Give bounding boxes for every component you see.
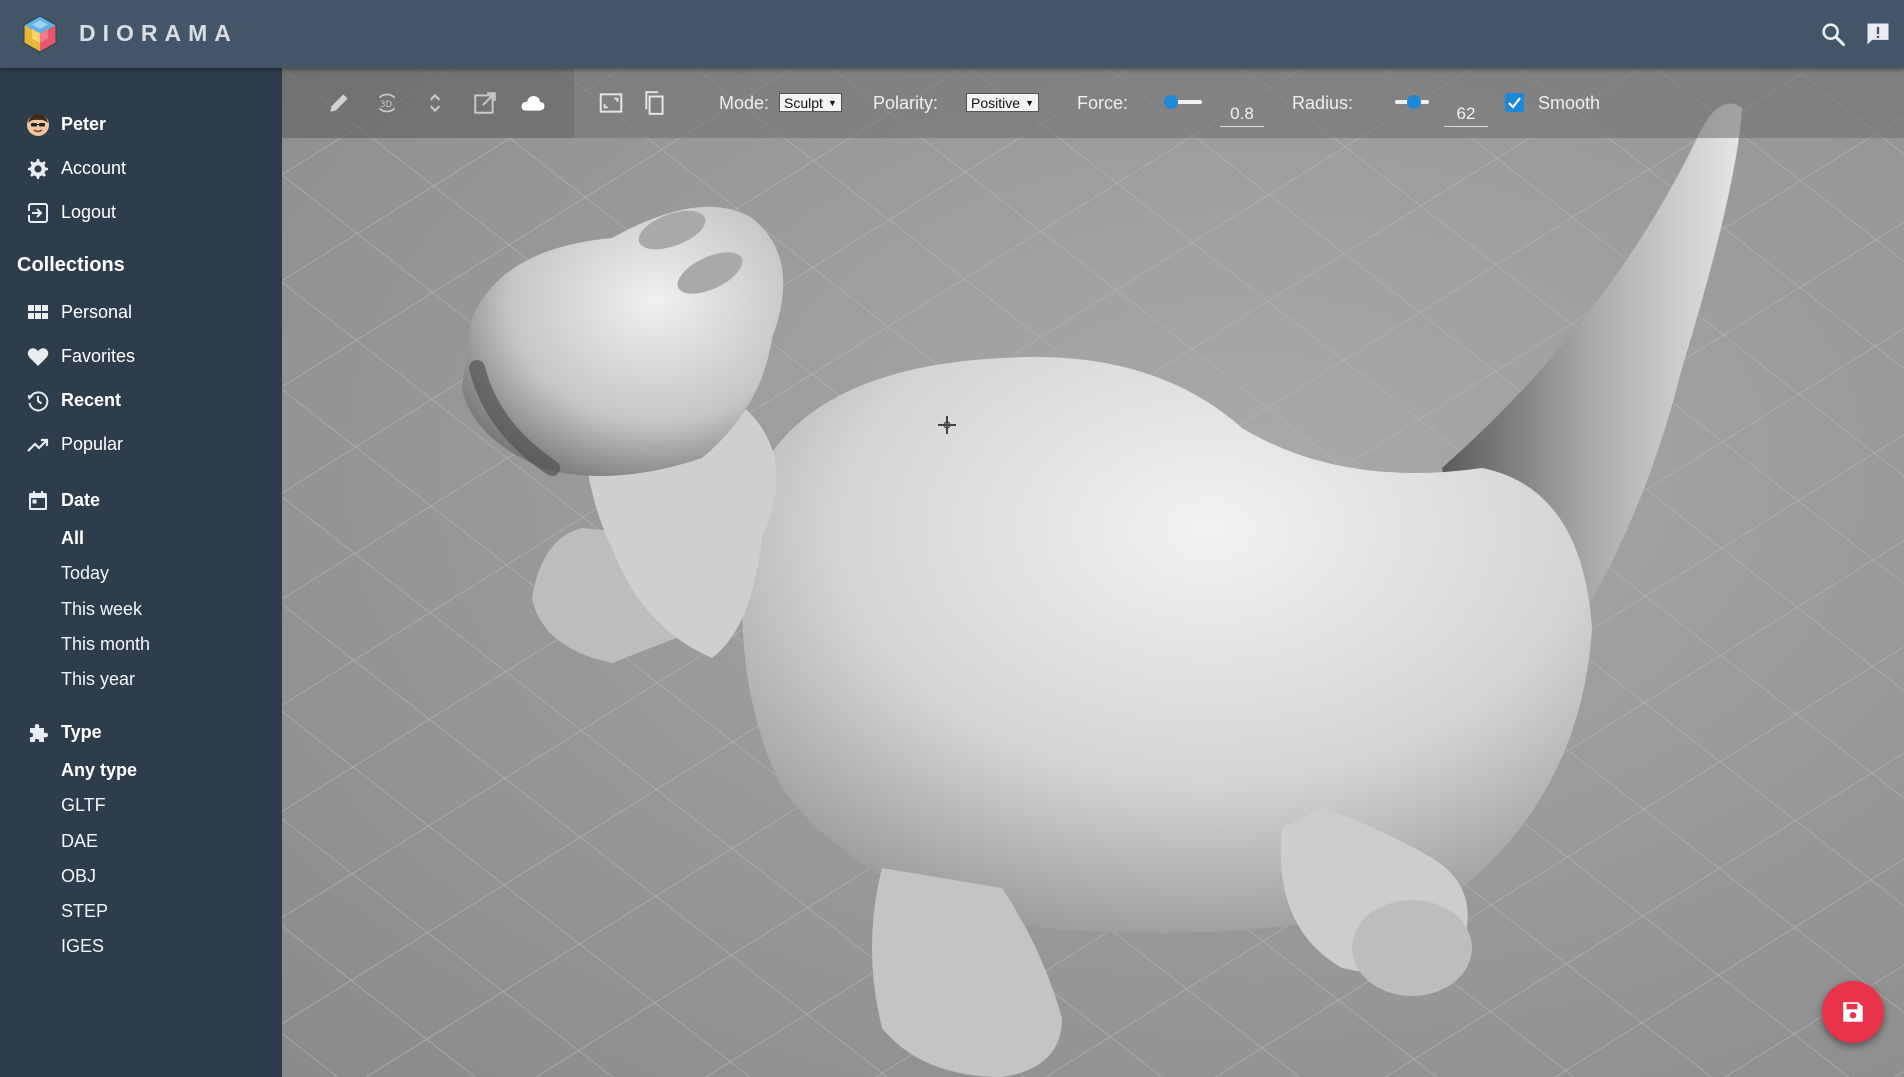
- avatar: [27, 114, 49, 136]
- dropdown-arrow-icon: ▼: [1025, 98, 1035, 108]
- trending-icon: [27, 438, 49, 452]
- type-heading: Type: [61, 721, 102, 742]
- type-option-gltf[interactable]: GLTF: [61, 795, 106, 816]
- sidebar-item-account[interactable]: Account: [0, 150, 282, 186]
- cube-logo-icon: [23, 15, 57, 53]
- sidebar-item-popular[interactable]: Popular: [0, 426, 282, 462]
- radius-value-field[interactable]: 62: [1444, 104, 1488, 127]
- date-option-today[interactable]: Today: [61, 563, 109, 584]
- sidebar-item-label: Favorites: [61, 345, 136, 366]
- polarity-label: Polarity:: [873, 93, 939, 113]
- mode-select[interactable]: Sculpt ▼: [779, 93, 842, 112]
- type-option-any[interactable]: Any type: [61, 760, 137, 781]
- sidebar-item-logout[interactable]: Logout: [0, 194, 282, 230]
- dropdown-arrow-icon: ▼: [828, 98, 837, 108]
- radius-label: Radius:: [1292, 93, 1354, 113]
- date-filter-heading: Date: [0, 482, 282, 518]
- mode-label: Mode:: [719, 93, 770, 113]
- type-filter-heading: Type: [0, 714, 282, 750]
- expand-vertical-icon[interactable]: [422, 90, 448, 116]
- radius-slider[interactable]: [1395, 95, 1429, 109]
- date-option-this-week[interactable]: This week: [61, 599, 142, 620]
- brand-title: DIORAMA: [79, 20, 238, 46]
- aspect-frame-icon[interactable]: [598, 90, 624, 116]
- type-option-iges[interactable]: IGES: [61, 936, 104, 957]
- type-option-dae[interactable]: DAE: [61, 831, 98, 852]
- cloud-icon[interactable]: [520, 90, 546, 116]
- radius-slider-handle[interactable]: [1406, 95, 1421, 109]
- calendar-icon: [29, 491, 47, 510]
- svg-text:3D: 3D: [380, 100, 393, 110]
- sidebar-item-label: Account: [61, 157, 127, 178]
- sculpt-toolbar: 3D Mode: Sculpt ▼ Polarity: Positive ▼ F…: [282, 68, 1904, 138]
- save-button[interactable]: [1822, 981, 1884, 1043]
- sidebar-item-favorites[interactable]: Favorites: [0, 338, 282, 374]
- copy-icon[interactable]: [642, 90, 668, 116]
- history-icon: [27, 391, 49, 412]
- smooth-label: Smooth: [1538, 93, 1601, 113]
- sidebar-item-label: Logout: [61, 201, 117, 222]
- polarity-select[interactable]: Positive ▼: [966, 93, 1040, 112]
- sidebar-item-personal[interactable]: Personal: [0, 294, 282, 330]
- app-bar: DIORAMA: [0, 0, 1904, 68]
- model-viewport[interactable]: 3D Mode: Sculpt ▼ Polarity: Positive ▼ F…: [282, 68, 1904, 1077]
- scene-canvas[interactable]: [282, 68, 1904, 1077]
- type-option-step[interactable]: STEP: [61, 901, 108, 922]
- force-value-field[interactable]: 0.8: [1220, 104, 1264, 127]
- feedback-icon[interactable]: [1864, 20, 1892, 48]
- type-option-obj[interactable]: OBJ: [61, 866, 96, 887]
- user-name: Peter: [61, 113, 107, 134]
- force-label: Force:: [1077, 93, 1129, 113]
- mode-select-value: Sculpt: [784, 95, 823, 111]
- polarity-select-value: Positive: [971, 95, 1021, 111]
- date-option-this-year[interactable]: This year: [61, 669, 135, 690]
- date-option-this-month[interactable]: This month: [61, 634, 150, 655]
- sidebar-item-recent[interactable]: Recent: [0, 382, 282, 418]
- heart-icon: [27, 348, 49, 366]
- force-slider[interactable]: [1164, 95, 1202, 109]
- force-slider-handle[interactable]: [1164, 95, 1179, 109]
- pencil-icon[interactable]: [326, 90, 352, 116]
- grid-icon: [28, 305, 48, 319]
- sidebar-item-label: Personal: [61, 301, 133, 322]
- date-option-all[interactable]: All: [61, 528, 84, 549]
- save-icon: [1843, 1002, 1863, 1022]
- user-profile[interactable]: Peter: [0, 106, 282, 142]
- 3d-rotate-icon[interactable]: 3D: [374, 90, 400, 116]
- checkmark-icon: [1505, 93, 1524, 112]
- sidebar-item-label: Recent: [61, 389, 122, 410]
- smooth-checkbox[interactable]: [1505, 93, 1524, 112]
- date-heading: Date: [61, 489, 101, 510]
- sidebar-item-label: Popular: [61, 433, 124, 454]
- puzzle-icon: [30, 724, 48, 742]
- gear-icon: [28, 159, 48, 179]
- collections-heading: Collections: [17, 254, 125, 276]
- open-external-icon[interactable]: [472, 90, 498, 116]
- search-icon[interactable]: [1819, 20, 1847, 48]
- logout-icon: [28, 203, 48, 223]
- sidebar: Peter Account Logout Collections Persona…: [0, 68, 282, 1077]
